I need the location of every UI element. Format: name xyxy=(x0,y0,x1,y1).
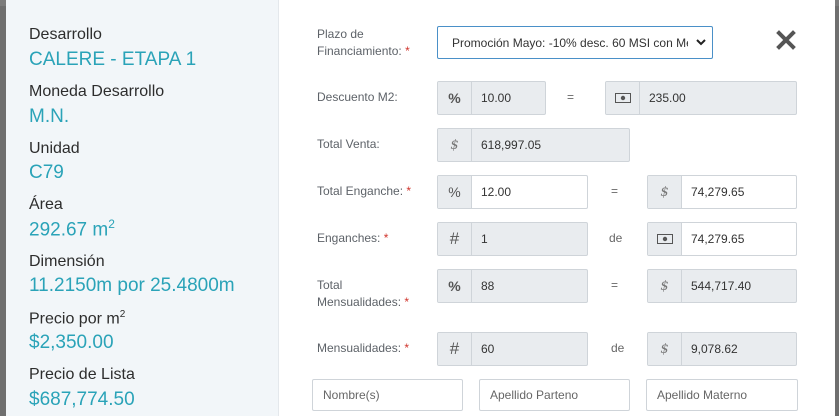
chevron-down-icon xyxy=(696,39,706,46)
dollar-addon: $ xyxy=(438,129,472,161)
plazo-label-line1: Plazo de xyxy=(317,27,364,41)
apellido-materno-input[interactable]: Apellido Materno xyxy=(646,379,798,411)
enganches-label: Enganches: * xyxy=(317,230,388,247)
precio-lista-value: $687,774.50 xyxy=(29,389,135,410)
dimension-value: 11.2150m por 25.4800m xyxy=(29,275,235,296)
descuento-percent-field: % 10.00 xyxy=(437,81,546,115)
total-mensualidades-percent-value: 88 xyxy=(481,279,495,293)
precio-lista-label: Precio de Lista xyxy=(29,366,135,383)
total-enganche-label-text: Total Enganche: xyxy=(317,184,404,198)
area-value: 292.67 m2 xyxy=(29,217,115,241)
required-marker: * xyxy=(404,295,410,309)
enganches-money-input[interactable]: 74,279.65 xyxy=(647,222,797,256)
enganches-label-text: Enganches: xyxy=(317,231,381,245)
plazo-label: Plazo de Financiamiento: * xyxy=(317,26,410,60)
desarrollo-label: Desarrollo xyxy=(29,26,102,43)
required-marker: * xyxy=(405,44,410,58)
precio-m2-label-text: Precio por m xyxy=(29,310,120,328)
dollar-addon: $ xyxy=(648,270,682,302)
area-label: Área xyxy=(29,196,63,213)
precio-m2-label: Precio por m2 xyxy=(29,309,125,328)
equals-sign: = xyxy=(611,278,619,292)
total-enganche-money-value: 74,279.65 xyxy=(691,185,745,199)
total-mensualidades-percent-field: % 88 xyxy=(437,269,588,303)
total-enganche-money-input[interactable]: $ 74,279.65 xyxy=(647,175,797,209)
dollar-addon: $ xyxy=(648,176,682,208)
total-venta-value: 618,997.05 xyxy=(481,138,542,152)
total-mensualidades-label: Total Mensualidades: * xyxy=(317,277,409,311)
total-mensualidades-money-value: 544,717.40 xyxy=(691,279,752,293)
dimension-label: Dimensión xyxy=(29,253,105,270)
de-separator: de xyxy=(611,341,625,355)
mensualidades-count-value: 60 xyxy=(481,342,495,356)
required-marker: * xyxy=(404,341,410,355)
total-mensualidades-label-line1: Total xyxy=(317,278,343,292)
required-marker: * xyxy=(406,184,412,198)
financing-modal: Desarrollo CALERE - ETAPA 1 Moneda Desar… xyxy=(6,0,835,416)
hash-addon: # xyxy=(438,333,472,365)
descuento-money-field: 235.00 xyxy=(605,81,797,115)
percent-addon: % xyxy=(438,270,472,302)
precio-m2-label-exponent: 2 xyxy=(119,309,126,320)
equals-sign: = xyxy=(567,90,575,104)
hash-addon: # xyxy=(438,223,472,255)
enganches-money-value: 74,279.65 xyxy=(691,232,745,246)
moneda-label: Moneda Desarrollo xyxy=(29,83,165,100)
descuento-money-value: 235.00 xyxy=(649,91,686,105)
cash-icon xyxy=(606,82,640,114)
dollar-addon: $ xyxy=(648,333,682,365)
percent-addon: % xyxy=(438,176,472,208)
plazo-select[interactable]: Promoción Mayo: -10% desc. 60 MSI con Me… xyxy=(437,26,713,59)
apellido-paterno-input[interactable]: Apellido Parteno xyxy=(479,379,630,411)
de-separator: de xyxy=(609,231,623,245)
enganches-count-value: 1 xyxy=(481,232,488,246)
total-mensualidades-money-field: $ 544,717.40 xyxy=(647,269,797,303)
equals-sign: = xyxy=(611,184,619,198)
desarrollo-value: CALERE - ETAPA 1 xyxy=(29,49,197,70)
mensualidades-label-text: Mensualidades: xyxy=(317,341,402,355)
total-enganche-percent-value: 12.00 xyxy=(481,185,512,199)
cash-icon xyxy=(648,223,682,255)
moneda-value: M.N. xyxy=(29,106,70,127)
plazo-label-line2: Financiamiento: xyxy=(317,44,402,58)
total-mensualidades-label-line2: Mensualidades: xyxy=(317,295,402,309)
nombre-input[interactable]: Nombre(s) xyxy=(312,379,463,411)
total-enganche-label: Total Enganche: * xyxy=(317,183,411,200)
area-unit-exponent: 2 xyxy=(108,217,115,231)
total-venta-label: Total Venta: xyxy=(317,137,380,151)
unidad-value: C79 xyxy=(29,162,64,183)
area-number: 292.67 m xyxy=(29,219,109,241)
enganches-count-field: # 1 xyxy=(437,222,588,256)
unit-info-panel: Desarrollo CALERE - ETAPA 1 Moneda Desar… xyxy=(6,0,279,416)
descuento-label: Descuento M2: xyxy=(317,90,398,104)
mensualidades-money-value: 9,078.62 xyxy=(691,342,738,356)
total-enganche-percent-input[interactable]: % 12.00 xyxy=(437,175,588,209)
required-marker: * xyxy=(383,231,389,245)
total-venta-field: $ 618,997.05 xyxy=(437,128,630,162)
mensualidades-count-field: # 60 xyxy=(437,332,588,366)
unidad-label: Unidad xyxy=(29,140,80,157)
mensualidades-money-field: $ 9,078.62 xyxy=(647,332,797,366)
percent-addon: % xyxy=(438,82,472,114)
close-icon[interactable] xyxy=(774,28,798,52)
mensualidades-label: Mensualidades: * xyxy=(317,340,409,357)
descuento-percent-value: 10.00 xyxy=(481,91,512,105)
precio-m2-value: $2,350.00 xyxy=(29,332,114,353)
plazo-selected-value: Promoción Mayo: -10% desc. 60 MSI con Me… xyxy=(452,35,688,50)
